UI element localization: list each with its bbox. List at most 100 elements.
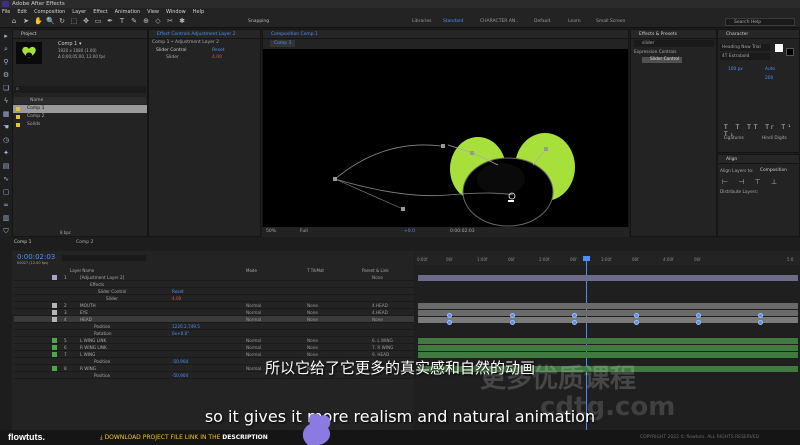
tracking-value[interactable]: 200 [765,76,773,81]
bit-depth[interactable]: 8 bpc [60,230,71,235]
keyframe[interactable] [758,313,763,318]
layer-row[interactable]: 3 EYE Normal None 4.HEAD [14,309,414,316]
brush-tool-icon[interactable]: ✎ [130,17,138,26]
rectangle-tool-icon[interactable]: ▭ [94,17,102,26]
project-item-comp2[interactable]: Comp 2 [13,113,147,121]
layers-icon[interactable]: ❏ [3,84,9,93]
playhead-handle[interactable] [583,256,590,261]
exposure[interactable]: +0.0 [404,227,415,237]
ws-small-screen[interactable]: Small Screen [596,16,625,28]
effects-search-input[interactable]: slider [634,40,714,47]
project-col-name[interactable]: Name [14,97,146,104]
tab-effects-presets[interactable]: Effects & Presets [631,30,716,39]
project-item-solids[interactable]: Solids [13,121,147,129]
layer-bar-mouth[interactable] [418,303,798,309]
layer-bar-eye[interactable] [418,310,798,316]
ws-standard[interactable]: Standard [443,16,463,28]
keyframe[interactable] [696,313,701,318]
pen-tool-icon[interactable]: ✒ [106,17,114,26]
pin-icon[interactable]: ⚲ [3,58,8,67]
layer-row-selected[interactable]: 4 HEAD Normal None None [14,316,414,323]
hand-tool-icon[interactable]: ✋ [34,17,43,26]
comp-breadcrumb[interactable]: Comp 1 [270,40,296,47]
col-trkmat[interactable]: T TrkMat [307,268,324,273]
align-target-select[interactable]: Composition [760,168,787,173]
menu-window[interactable]: Window [166,8,186,16]
pan-tool-icon[interactable]: ✥ [82,17,90,26]
align-buttons[interactable]: ⊢ ⊣ ⊤ ⊥ [722,178,781,186]
ws-character[interactable]: CHARACTER AN.. [480,16,518,28]
keyframe[interactable] [447,320,452,325]
path-icon[interactable]: ∿ [3,175,9,184]
font-family-select[interactable]: Heading Now Trial [720,44,770,51]
menu-layer[interactable]: Layer [72,8,86,16]
time-ruler[interactable]: 0:00f 06f 1:00f 06f 2:00f 06f 3:00f 06f … [415,251,800,265]
arrow-icon[interactable]: ▸ [4,32,8,41]
col-mode[interactable]: Mode [246,268,257,273]
tab-timeline-comp2[interactable]: Comp 2 [76,240,93,245]
puppet-tool-icon[interactable]: ✱ [178,17,186,26]
tab-character[interactable]: Character [718,30,799,39]
layer-row[interactable]: Position 1220.2,749.5 [14,323,414,330]
resolution[interactable]: Full [300,227,308,237]
layer-bar-head[interactable] [418,317,798,323]
tab-composition[interactable]: Composition Comp 1 [263,30,628,39]
layer-row[interactable]: Rotation 0x+0.0° [14,330,414,337]
download-link[interactable]: ⤓ DOWNLOAD PROJECT FILE LINK IN THE DESC… [100,432,268,443]
ws-libraries[interactable]: Libraries [412,16,431,28]
selection-tool-icon[interactable]: ➤ [22,17,30,26]
grid-icon[interactable]: ▦ [3,110,10,119]
layer-row[interactable]: 6R WING LINK Normal None 7. R WING [14,344,414,351]
category-expression-controls[interactable]: Expression Controls [634,50,676,55]
layer-bar-rwing-link[interactable] [418,345,798,351]
font-style-select[interactable]: 4T Extrabold [720,53,770,60]
keyframe[interactable] [634,313,639,318]
ws-learn[interactable]: Learn [568,16,581,28]
tab-align[interactable]: Align [718,155,799,164]
leading-value[interactable]: Auto [765,67,775,72]
font-size-value[interactable]: 100 px [728,67,743,72]
hand-icon[interactable]: ☚ [3,123,9,132]
book-icon[interactable]: ▤ [3,162,10,171]
fill-color-swatch[interactable] [775,44,783,52]
project-item-comp1[interactable]: Comp 1 [13,105,147,113]
current-time[interactable]: 0:00:02:03 [17,253,55,261]
search-icon[interactable]: ⌕ [4,45,8,54]
col-layer-name[interactable]: Layer Name [70,268,94,273]
fx-reset-link[interactable]: Reset [212,48,225,53]
keyframe[interactable] [758,320,763,325]
menu-composition[interactable]: Composition [34,8,65,16]
frame-icon[interactable]: ▢ [3,188,10,197]
fx-slider-value[interactable]: 4.00 [212,55,222,60]
bolt-icon[interactable]: ϟ [4,97,9,106]
chart-icon[interactable]: ▥ [3,214,10,223]
layer-row[interactable]: 5L WING LINK Normal None 6. L WING [14,337,414,344]
shield-icon[interactable]: ⛉ [3,227,8,236]
home-icon[interactable]: ⌂ [10,17,18,26]
keyframe[interactable] [447,313,452,318]
tab-effect-controls[interactable]: Effect Controls Adjustment Layer 2 [149,30,260,39]
project-search-input[interactable]: ⌕ [14,86,146,93]
roto-tool-icon[interactable]: ✂ [166,17,174,26]
type-tool-icon[interactable]: T [118,17,126,26]
keyframe[interactable] [510,313,515,318]
menu-animation[interactable]: Animation [115,8,141,16]
keyframe[interactable] [572,313,577,318]
camera-tool-icon[interactable]: ⬚ [70,17,78,26]
tab-timeline-comp1[interactable]: Comp 1 [14,240,31,245]
layer-row[interactable]: Effects [14,281,414,288]
keyframe[interactable] [572,320,577,325]
effect-slider-control[interactable]: Slider Control [642,57,682,63]
timeline-search-input[interactable] [62,255,146,261]
clock-icon[interactable]: ◷ [3,136,9,145]
zoom-level[interactable]: 50% [266,227,276,237]
keyframe[interactable] [634,320,639,325]
rotate-tool-icon[interactable]: ↻ [58,17,66,26]
layer-row[interactable]: 1 [Adjustment Layer 2] None [14,274,414,281]
eraser-tool-icon[interactable]: ◇ [154,17,162,26]
search-help-input[interactable]: Search Help [725,18,795,26]
layer-row[interactable]: 2 MOUTH Normal None 4.HEAD [14,302,414,309]
clone-tool-icon[interactable]: ⊕ [142,17,150,26]
layer-row[interactable]: Slider 4.00 [14,295,414,302]
fx-slider-control[interactable]: Slider Control [156,48,187,53]
